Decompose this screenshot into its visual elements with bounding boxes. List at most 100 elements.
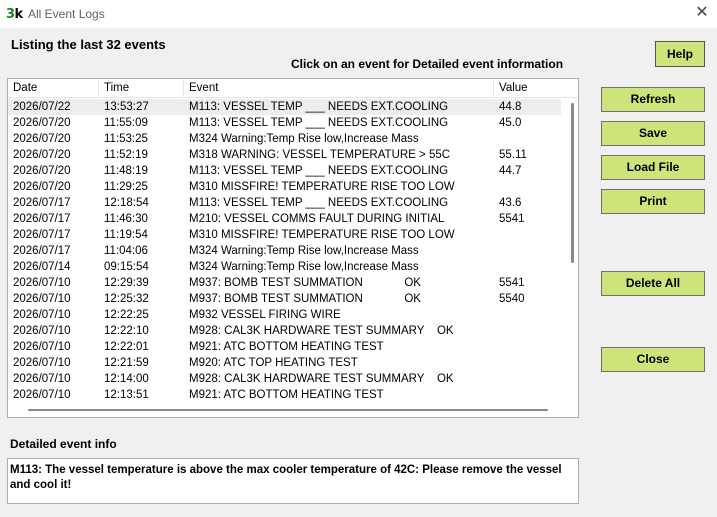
cell-date: 2026/07/10 — [13, 373, 71, 385]
cell-time: 12:14:00 — [104, 373, 149, 385]
cell-time: 12:18:54 — [104, 197, 149, 209]
horizontal-scrollbar[interactable] — [8, 403, 568, 417]
cell-value: 45.0 — [499, 117, 522, 129]
column-event[interactable]: Event — [184, 79, 494, 98]
cell-date: 2026/07/20 — [13, 165, 71, 177]
cell-value: 5541 — [499, 277, 525, 289]
help-button[interactable]: Help — [655, 41, 705, 67]
table-row[interactable]: 2026/07/10 12:25:32 M937: BOMB TEST SUMMAT… — [8, 291, 561, 307]
cell-date: 2026/07/17 — [13, 245, 71, 257]
cell-time: 11:48:19 — [104, 165, 148, 177]
table-row[interactable]: 2026/07/20 11:29:25 M310 MISSFIRE! TEMPERA… — [8, 179, 561, 195]
close-icon[interactable]: ✕ — [690, 2, 714, 24]
table-row[interactable]: 2026/07/10 12:22:01 M921: ATC BOTTOM HEATI… — [8, 339, 561, 355]
cell-event: M324 Warning:Temp Rise low,Increase Mass — [189, 245, 419, 257]
cell-value: 5540 — [499, 293, 525, 305]
cell-time: 11:55:09 — [104, 117, 148, 129]
table-row[interactable]: 2026/07/20 11:52:19 M318 WARNING: VESSEL T… — [8, 147, 561, 163]
cell-value: 44.8 — [499, 101, 522, 113]
table-row[interactable]: 2026/07/17 12:18:54 M113: VESSEL TEMP ___ … — [8, 195, 561, 211]
cell-event: M113: VESSEL TEMP ___ NEEDS EXT.COOLING — [189, 165, 449, 177]
cell-date: 2026/07/20 — [13, 181, 71, 193]
cell-event: M937: BOMB TEST SUMMATION OK — [189, 293, 421, 305]
app-logo-icon: 3k — [6, 7, 23, 22]
cell-event: M920: ATC TOP HEATING TEST — [189, 357, 358, 369]
title-bar: 3k All Event Logs ✕ — [0, 0, 717, 28]
save-button[interactable]: Save — [601, 121, 705, 146]
cell-date: 2026/07/20 — [13, 149, 71, 161]
table-row[interactable]: 2026/07/10 12:22:25 M932 VESSEL FIRING WIR… — [8, 307, 561, 323]
cell-date: 2026/07/20 — [13, 117, 71, 129]
cell-time: 11:53:25 — [104, 133, 148, 145]
load-file-button[interactable]: Load File — [601, 155, 705, 180]
cell-date: 2026/07/10 — [13, 357, 71, 369]
table-row[interactable]: 2026/07/17 11:04:06 M324 Warning:Temp Rise… — [8, 243, 561, 259]
column-time[interactable]: Time — [99, 79, 184, 98]
vertical-scrollbar[interactable] — [568, 99, 578, 399]
cell-value: 5541 — [499, 213, 525, 225]
table-row[interactable]: 2026/07/10 12:22:10 M928: CAL3K HARDWARE T… — [8, 323, 561, 339]
table-row[interactable]: 2026/07/20 11:53:25 M324 Warning:Temp Rise… — [8, 131, 561, 147]
cell-date: 2026/07/14 — [13, 261, 71, 273]
table-row[interactable]: 2026/07/20 11:55:09 M113: VESSEL TEMP ___ … — [8, 115, 561, 131]
cell-value: 43.6 — [499, 197, 522, 209]
cell-time: 12:22:10 — [104, 325, 149, 337]
table-row[interactable]: 2026/07/20 11:48:19 M113: VESSEL TEMP ___ … — [8, 163, 561, 179]
instruction-text: Click on an event for Detailed event inf… — [291, 57, 564, 71]
cell-time: 13:53:27 — [104, 101, 149, 113]
column-header: Date Time Event Value — [8, 79, 578, 98]
window-title: All Event Logs — [28, 7, 105, 21]
cell-time: 12:13:51 — [104, 389, 149, 401]
cell-value: 55.11 — [499, 149, 527, 161]
cell-time: 09:15:54 — [104, 261, 149, 273]
cell-time: 11:04:06 — [104, 245, 148, 257]
cell-date: 2026/07/10 — [13, 389, 71, 401]
scrollbar-thumb[interactable] — [28, 409, 548, 411]
scrollbar-thumb[interactable] — [571, 103, 574, 263]
table-row[interactable]: 2026/07/17 11:19:54 M310 MISSFIRE! TEMPERA… — [8, 227, 561, 243]
delete-all-button[interactable]: Delete All — [601, 271, 705, 296]
cell-value: 44.7 — [499, 165, 522, 177]
table-row[interactable]: 2026/07/10 12:14:00 M928: CAL3K HARDWARE T… — [8, 371, 561, 387]
page-title: Listing the last 32 events — [11, 37, 166, 52]
cell-time: 12:29:39 — [104, 277, 149, 289]
cell-event: M113: VESSEL TEMP ___ NEEDS EXT.COOLING — [189, 197, 449, 209]
cell-event: M928: CAL3K HARDWARE TEST SUMMARY OK — [189, 325, 454, 337]
cell-event: M318 WARNING: VESSEL TEMPERATURE > 55C — [189, 149, 451, 161]
table-row[interactable]: 2026/07/17 11:46:30 M210: VESSEL COMMS FAU… — [8, 211, 561, 227]
cell-event: M113: VESSEL TEMP ___ NEEDS EXT.COOLING — [189, 101, 449, 113]
cell-event: M932 VESSEL FIRING WIRE — [189, 309, 341, 321]
cell-time: 12:25:32 — [104, 293, 149, 305]
column-date[interactable]: Date — [8, 79, 99, 98]
cell-event: M113: VESSEL TEMP ___ NEEDS EXT.COOLING — [189, 117, 449, 129]
table-row[interactable]: 2026/07/14 09:15:54 M324 Warning:Temp Rise… — [8, 259, 561, 275]
cell-date: 2026/07/10 — [13, 277, 71, 289]
cell-event: M310 MISSFIRE! TEMPERATURE RISE TOO LOW — [189, 229, 455, 241]
table-row[interactable]: 2026/07/10 12:21:59 M920: ATC TOP HEATING … — [8, 355, 561, 371]
cell-time: 12:22:01 — [104, 341, 149, 353]
detail-label: Detailed event info — [10, 437, 117, 451]
cell-date: 2026/07/10 — [13, 325, 71, 337]
table-row[interactable]: 2026/07/10 12:29:39 M937: BOMB TEST SUMMAT… — [8, 275, 561, 291]
cell-time: 11:29:25 — [104, 181, 148, 193]
cell-event: M324 Warning:Temp Rise low,Increase Mass — [189, 261, 419, 273]
cell-date: 2026/07/10 — [13, 309, 71, 321]
close-button[interactable]: Close — [601, 347, 705, 372]
detail-text-box[interactable]: M113: The vessel temperature is above th… — [7, 458, 579, 504]
cell-event: M928: CAL3K HARDWARE TEST SUMMARY OK — [189, 373, 454, 385]
event-rows: 2026/07/22 13:53:27 M113: VESSEL TEMP ___ … — [8, 99, 568, 403]
event-list[interactable]: Date Time Event Value 2026/07/22 13:53:27… — [7, 78, 579, 418]
cell-event: M937: BOMB TEST SUMMATION OK — [189, 277, 421, 289]
cell-event: M210: VESSEL COMMS FAULT DURING INITIAL — [189, 213, 445, 225]
cell-date: 2026/07/10 — [13, 293, 71, 305]
cell-time: 12:21:59 — [104, 357, 149, 369]
print-button[interactable]: Print — [601, 189, 705, 214]
table-row[interactable]: 2026/07/10 12:13:51 M921: ATC BOTTOM HEATI… — [8, 387, 561, 403]
cell-event: M921: ATC BOTTOM HEATING TEST — [189, 389, 384, 401]
cell-time: 12:22:25 — [104, 309, 149, 321]
column-value[interactable]: Value — [494, 79, 578, 98]
table-row[interactable]: 2026/07/22 13:53:27 M113: VESSEL TEMP ___ … — [8, 99, 561, 115]
cell-time: 11:46:30 — [104, 213, 148, 225]
refresh-button[interactable]: Refresh — [601, 87, 705, 112]
cell-event: M324 Warning:Temp Rise low,Increase Mass — [189, 133, 419, 145]
